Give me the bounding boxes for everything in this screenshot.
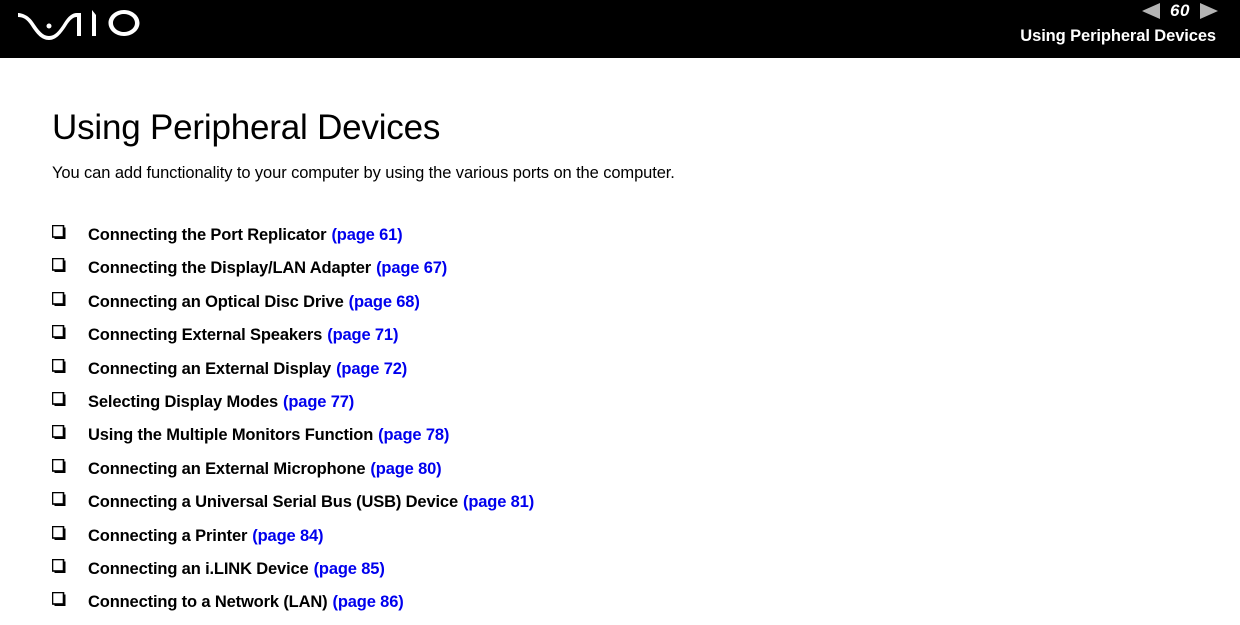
list-item-10[interactable]: Connecting a Printer (page 84) (52, 525, 1240, 558)
list-item-label: Connecting an Optical Disc Drive (88, 292, 344, 311)
shadowed-square-bullet-icon (52, 291, 88, 307)
list-item-label: Connecting an External Display (88, 359, 332, 378)
shadowed-square-bullet-icon (52, 492, 88, 507)
page-content: Using Peripheral Devices You can add fun… (0, 58, 1240, 625)
list-item-page-link[interactable]: (page 61) (326, 224, 402, 246)
vaio-logo (18, 10, 140, 40)
shadowed-square-bullet-icon (52, 558, 88, 574)
list-item-page-link[interactable]: (page 80) (365, 458, 441, 480)
shadowed-square-bullet-icon (52, 592, 88, 607)
list-item-page-link[interactable]: (page 77) (278, 391, 354, 413)
list-item-page-link[interactable]: (page 78) (373, 424, 449, 446)
list-item-label: Connecting the Port Replicator (88, 226, 327, 244)
list-item-label: Using the Multiple Monitors Function (88, 426, 374, 445)
triangle-left-icon[interactable] (1142, 2, 1160, 19)
list-item-9[interactable]: Connecting a Universal Serial Bus (USB) … (52, 491, 1240, 524)
intro-paragraph: You can add functionality to your comput… (52, 164, 675, 182)
header-title: Using Peripheral Devices (1020, 27, 1216, 45)
list-item-label: Connecting an External Microphone (88, 459, 366, 478)
list-item-label: Connecting External Speakers (88, 326, 323, 345)
page-number: 60 (1170, 1, 1190, 20)
list-item-label: Connecting the Display/LAN Adapter (88, 259, 372, 278)
shadowed-square-bullet-icon (52, 325, 88, 340)
page-navigation: 60 (1142, 1, 1218, 20)
shadowed-square-bullet-icon (52, 391, 88, 407)
list-item-page-link[interactable]: (page 72) (331, 358, 407, 380)
list-item-8[interactable]: Connecting an External Microphone (page … (52, 458, 1240, 491)
section-link-list: Connecting the Port Replicator (page 61)… (52, 184, 1240, 625)
list-item-page-link[interactable]: (page 86) (327, 591, 403, 613)
shadowed-square-bullet-icon (52, 358, 88, 374)
list-item-page-link[interactable]: (page 85) (309, 558, 385, 580)
list-item-label: Selecting Display Modes (88, 392, 279, 411)
list-item-label: Connecting to a Network (LAN) (88, 593, 328, 612)
shadowed-square-bullet-icon (52, 458, 88, 474)
list-item-page-link[interactable]: (page 68) (344, 291, 420, 313)
list-item-12[interactable]: Connecting to a Network (LAN) (page 86) (52, 591, 1240, 624)
list-item-11[interactable]: Connecting an i.LINK Device (page 85) (52, 558, 1240, 591)
list-item-2[interactable]: Connecting the Display/LAN Adapter (page… (52, 257, 1240, 290)
shadowed-square-bullet-icon (52, 425, 88, 440)
list-item-label: Connecting a Universal Serial Bus (USB) … (88, 493, 458, 512)
triangle-right-icon[interactable] (1200, 2, 1218, 19)
shadowed-square-bullet-icon (52, 225, 88, 240)
list-item-1[interactable]: Connecting the Port Replicator (page 61) (52, 224, 1240, 257)
list-item-4[interactable]: Connecting External Speakers (page 71) (52, 324, 1240, 357)
list-item-page-link[interactable]: (page 71) (322, 324, 398, 346)
page-title: Using Peripheral Devices (52, 108, 441, 147)
list-item-page-link[interactable]: (page 67) (371, 257, 447, 279)
list-item-page-link[interactable]: (page 81) (458, 491, 534, 513)
list-item-6[interactable]: Selecting Display Modes (page 77) (52, 391, 1240, 424)
list-item-7[interactable]: Using the Multiple Monitors Function (pa… (52, 424, 1240, 457)
shadowed-square-bullet-icon (52, 258, 88, 273)
page-header: 60 Using Peripheral Devices (0, 0, 1240, 58)
list-item-3[interactable]: Connecting an Optical Disc Drive (page 6… (52, 291, 1240, 324)
list-item-label: Connecting a Printer (88, 526, 248, 545)
shadowed-square-bullet-icon (52, 525, 88, 541)
list-item-5[interactable]: Connecting an External Display (page 72) (52, 358, 1240, 391)
list-item-page-link[interactable]: (page 84) (247, 525, 323, 547)
list-item-label: Connecting an i.LINK Device (88, 559, 309, 578)
